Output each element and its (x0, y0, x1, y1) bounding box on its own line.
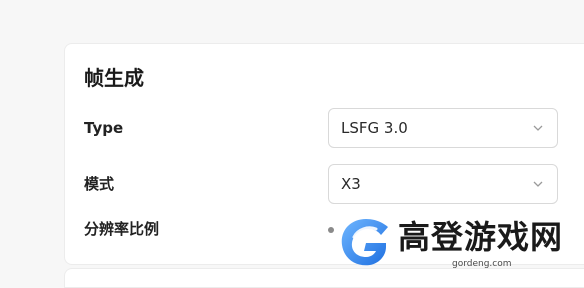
chevron-down-icon (533, 125, 543, 131)
mode-select-value: X3 (341, 175, 361, 193)
gordeng-logo-icon (341, 219, 388, 266)
type-label: Type (84, 119, 124, 137)
chevron-down-icon (533, 181, 543, 187)
watermark-url: gordeng.com (452, 259, 512, 269)
type-select[interactable]: LSFG 3.0 (328, 108, 558, 148)
mode-label: 模式 (84, 175, 115, 193)
type-select-value: LSFG 3.0 (341, 119, 408, 137)
mode-select[interactable]: X3 (328, 164, 558, 204)
resolution-scale-label: 分辨率比例 (84, 220, 160, 238)
watermark-text: 高登游戏网 (398, 218, 564, 256)
section-title: 帧生成 (84, 66, 144, 90)
watermark: 高登游戏网 gordeng.com (328, 212, 584, 276)
